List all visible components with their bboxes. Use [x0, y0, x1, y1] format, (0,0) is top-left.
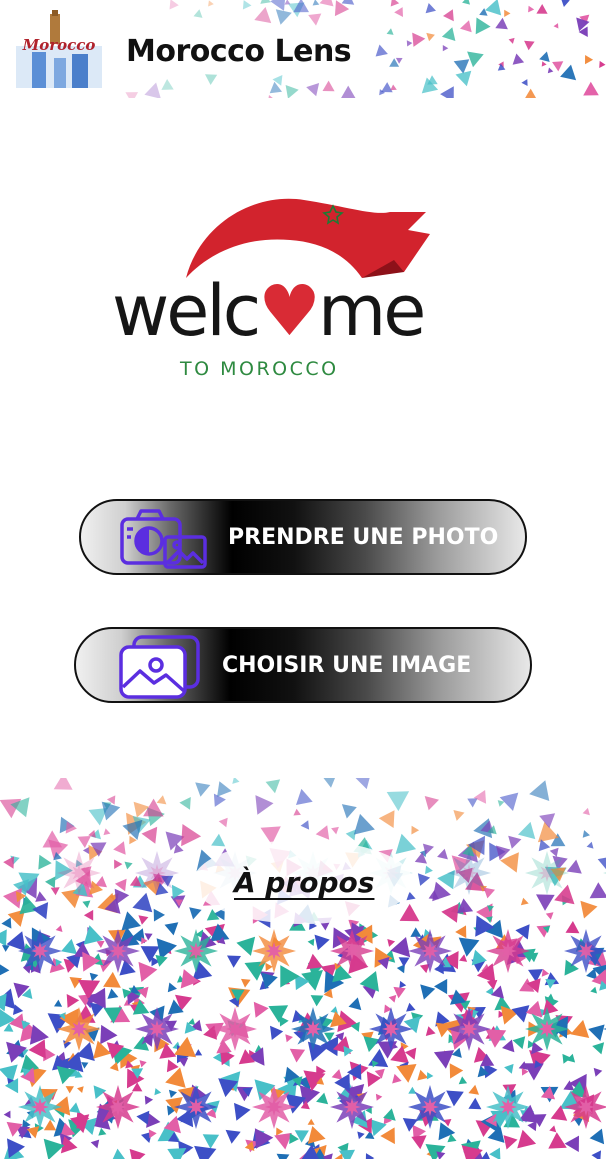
welcome-word-end: me — [318, 270, 426, 352]
welcome-subtitle: TO MOROCCO — [180, 358, 339, 380]
welcome-word-start: welc — [112, 270, 261, 352]
app-header: Morocco Morocco Lens — [0, 0, 606, 98]
welcome-heading: welc♥me — [112, 276, 426, 346]
welcome-banner: welc♥me TO MOROCCO — [104, 182, 444, 388]
take-photo-button[interactable]: PRENDRE UNE PHOTO — [79, 499, 527, 575]
app-screen: Morocco Morocco Lens welc♥me TO MOROCCO — [0, 0, 606, 1159]
gallery-icon — [119, 635, 200, 699]
take-photo-label: PRENDRE UNE PHOTO — [228, 525, 499, 550]
footer-mosaic — [0, 778, 606, 1159]
choose-image-label: CHOISIR UNE IMAGE — [222, 653, 472, 678]
camera-icon — [120, 509, 207, 569]
logo-text: Morocco — [22, 36, 96, 54]
morocco-logo: Morocco — [16, 10, 102, 88]
about-link[interactable]: À propos — [234, 866, 374, 899]
app-title: Morocco Lens — [126, 34, 352, 69]
heart-icon: ♥ — [258, 270, 321, 352]
footer-mosaic-pattern — [0, 778, 606, 1159]
choose-image-button[interactable]: CHOISIR UNE IMAGE — [74, 627, 532, 703]
